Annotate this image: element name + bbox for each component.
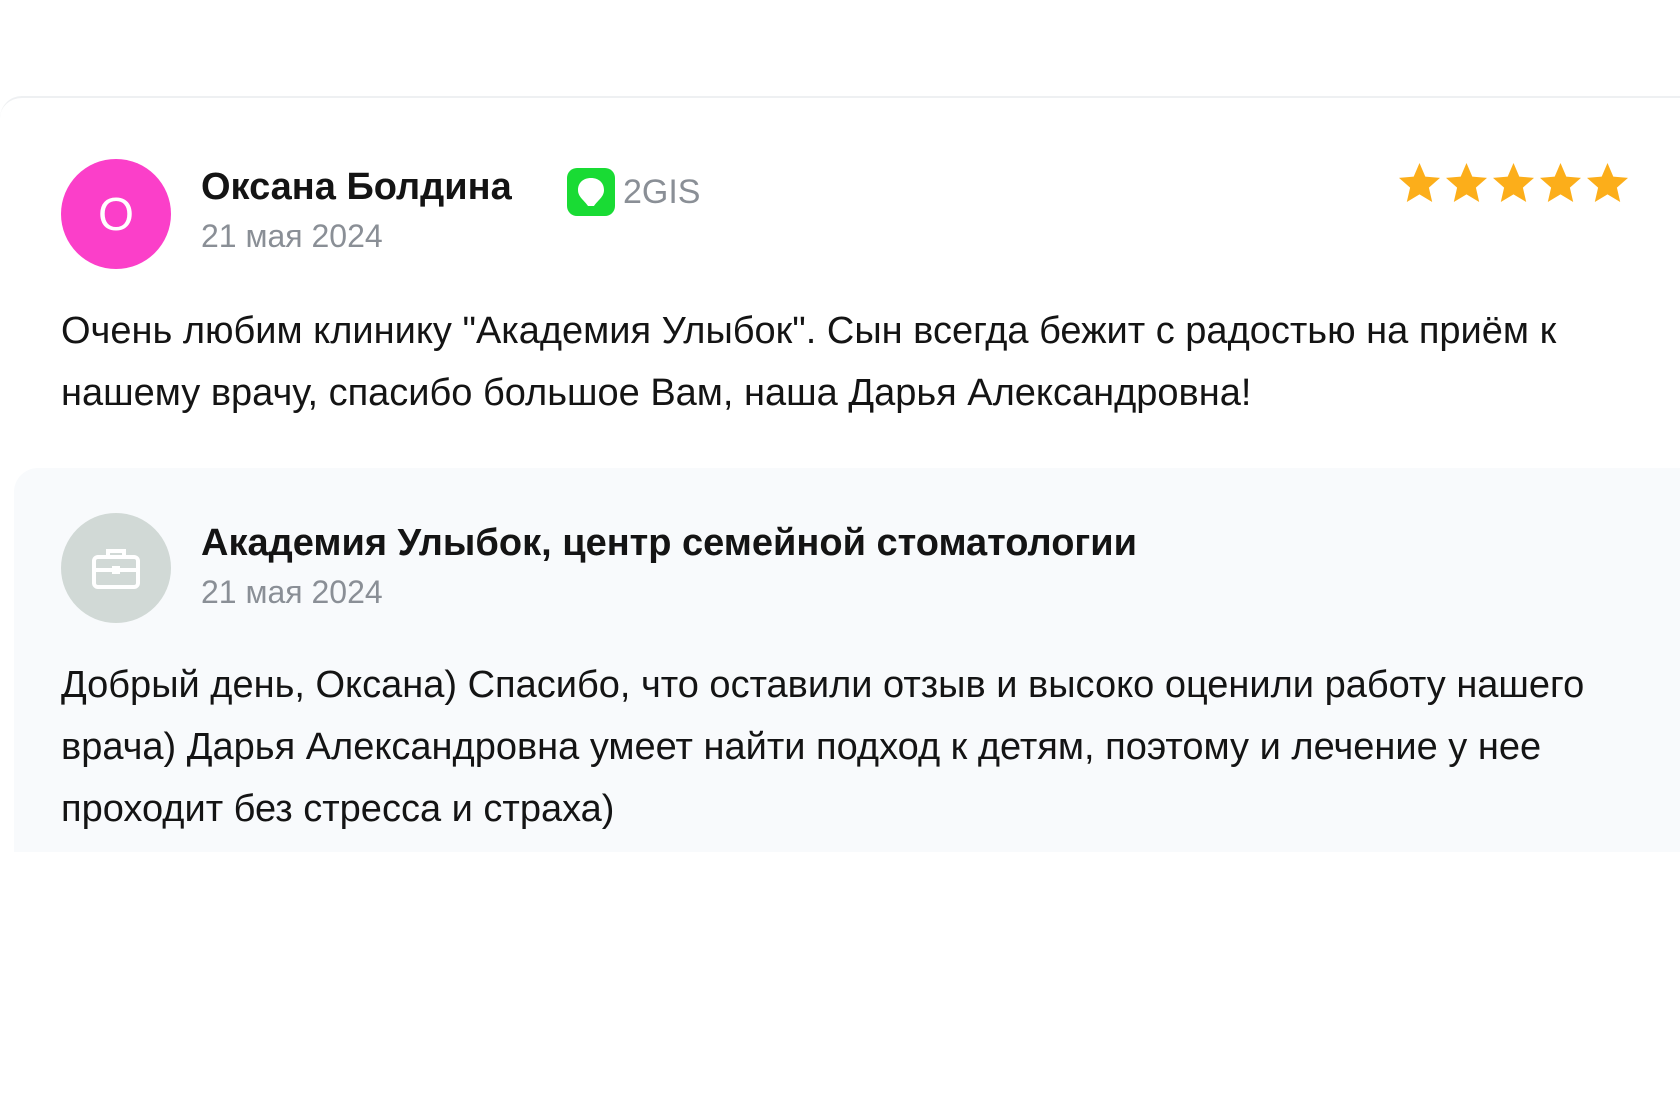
org-avatar — [61, 513, 171, 623]
reply-date: 21 мая 2024 — [201, 574, 383, 610]
author-initial: О — [98, 188, 134, 240]
briefcase-icon — [92, 549, 140, 589]
source-label: 2GIS — [623, 172, 701, 211]
author-avatar[interactable]: О — [61, 159, 171, 269]
star-rating — [1397, 161, 1630, 206]
review-date: 21 мая 2024 — [201, 218, 383, 254]
org-name[interactable]: Академия Улыбок, центр семейной стоматол… — [201, 522, 1137, 565]
review-source: 2GIS — [567, 168, 700, 216]
author-name[interactable]: Оксана Болдина — [201, 166, 512, 209]
star-icon — [1540, 163, 1581, 202]
star-icon — [1446, 163, 1487, 202]
reply-block: Академия Улыбок, центр семейной стоматол… — [14, 468, 1680, 852]
star-icon — [1399, 163, 1440, 202]
reply-text: Добрый день, Оксана) Спасибо, что остави… — [61, 664, 1585, 830]
star-icon — [1493, 163, 1534, 202]
review-text: Очень любим клинику "Академия Улыбок". С… — [61, 310, 1557, 414]
star-icon — [1587, 163, 1628, 202]
2gis-icon — [567, 168, 615, 216]
